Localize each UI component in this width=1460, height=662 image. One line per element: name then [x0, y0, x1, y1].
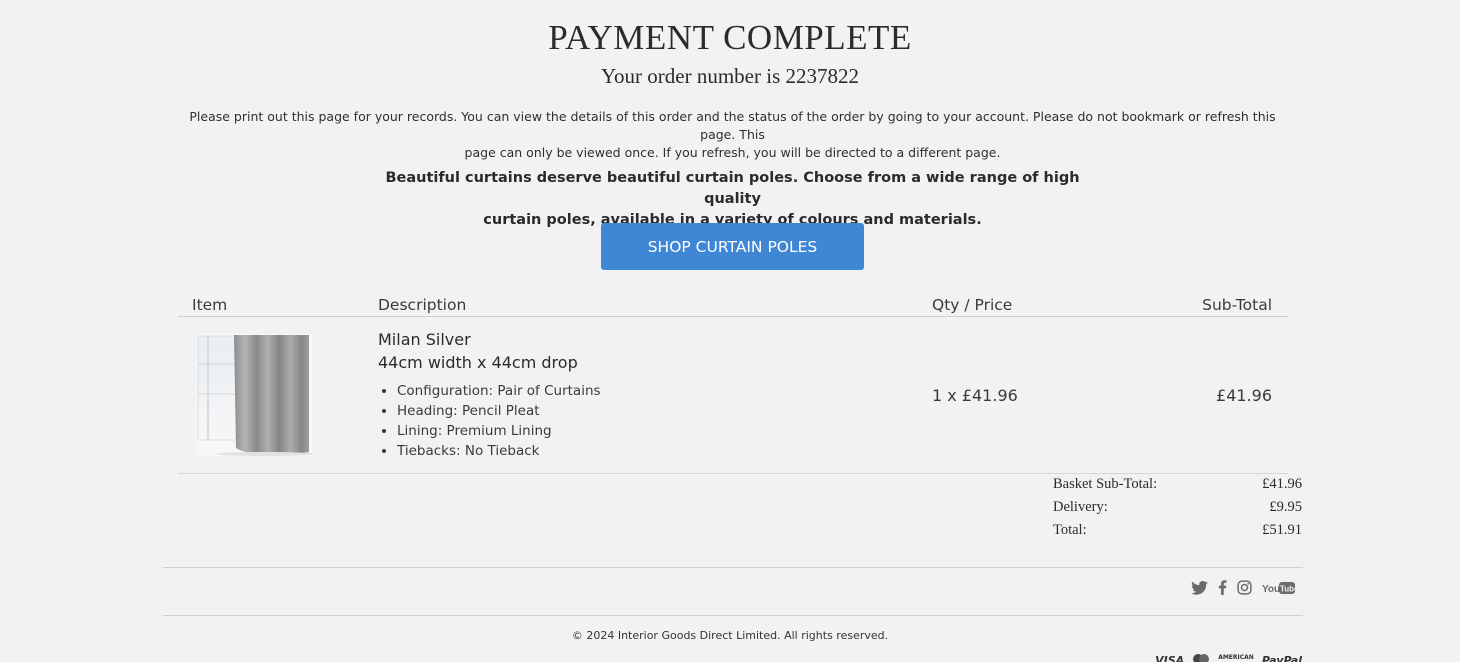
column-header-item: Item: [192, 296, 228, 314]
print-notice-line-2: page can only be viewed once. If you ref…: [464, 145, 1001, 160]
column-header-qty-price: Qty / Price: [932, 296, 1013, 314]
product-option: Lining: Premium Lining: [397, 421, 601, 441]
visa-logo: VISA: [1155, 654, 1185, 662]
product-thumbnail: [196, 334, 316, 456]
total-label: Total:: [1053, 522, 1087, 538]
footer-divider-bottom: [163, 615, 1303, 616]
svg-text:You: You: [1262, 584, 1280, 595]
order-number-text: Your order number is 2237822: [600, 64, 860, 88]
mastercard-icon: [1192, 654, 1210, 662]
table-header-divider: [178, 316, 1288, 317]
delivery-label: Delivery:: [1053, 499, 1108, 515]
footer-divider-top: [163, 567, 1303, 568]
shop-curtain-poles-button[interactable]: SHOP CURTAIN POLES: [601, 223, 864, 270]
paypal-logo: PayPal: [1261, 654, 1302, 662]
youtube-icon[interactable]: You Tube: [1262, 581, 1295, 595]
svg-text:Tube: Tube: [1280, 584, 1295, 593]
row-subtotal: £41.96: [1216, 386, 1272, 405]
payment-logos: VISA AMERICAN PayPal: [1155, 654, 1302, 662]
page-title: PAYMENT COMPLETE: [548, 18, 912, 57]
instagram-icon[interactable]: [1237, 580, 1252, 595]
product-name: Milan Silver: [378, 330, 471, 349]
basket-subtotal-label: Basket Sub-Total:: [1053, 476, 1158, 492]
curtain-poles-promo: Beautiful curtains deserve beautiful cur…: [385, 168, 1080, 231]
column-header-subtotal: Sub-Total: [1202, 296, 1272, 314]
basket-subtotal-value: £41.96: [1262, 476, 1302, 492]
row-qty-price: 1 x £41.96: [932, 386, 1018, 405]
product-option: Tiebacks: No Tieback: [397, 441, 601, 461]
print-notice-line-1: Please print out this page for your reco…: [189, 109, 1276, 142]
print-notice: Please print out this page for your reco…: [170, 108, 1295, 162]
facebook-icon[interactable]: [1218, 580, 1227, 595]
table-row-divider: [178, 473, 1288, 474]
copyright-text: © 2024 Interior Goods Direct Limited. Al…: [571, 629, 889, 642]
total-value: £51.91: [1262, 522, 1302, 538]
social-links: You Tube: [1191, 580, 1295, 595]
product-option: Heading: Pencil Pleat: [397, 401, 601, 421]
amex-logo: AMERICAN: [1218, 654, 1254, 661]
delivery-value: £9.95: [1269, 499, 1302, 515]
product-options-list: Configuration: Pair of Curtains Heading:…: [378, 381, 601, 461]
product-option: Configuration: Pair of Curtains: [397, 381, 601, 401]
promo-line-1: Beautiful curtains deserve beautiful cur…: [385, 170, 1080, 207]
twitter-icon[interactable]: [1191, 580, 1208, 595]
column-header-description: Description: [378, 296, 467, 314]
product-size: 44cm width x 44cm drop: [378, 353, 578, 372]
order-confirmation-page: PAYMENT COMPLETE Your order number is 22…: [0, 0, 1460, 662]
